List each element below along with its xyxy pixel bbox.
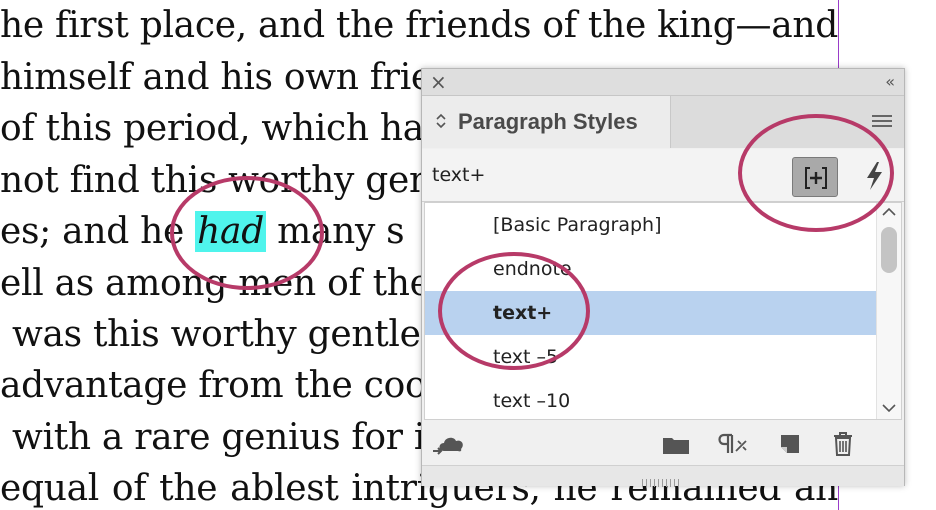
list-scrollbar[interactable] bbox=[876, 203, 901, 419]
tab-paragraph-styles[interactable]: Paragraph Styles bbox=[422, 96, 671, 148]
collapse-panel-button[interactable]: ‹‹ bbox=[885, 72, 895, 92]
scroll-up-icon bbox=[882, 207, 896, 216]
list-item-label: [Basic Paragraph] bbox=[493, 214, 662, 236]
quick-apply-button[interactable] bbox=[862, 161, 886, 191]
list-item[interactable]: endnote bbox=[425, 247, 877, 291]
highlighted-word[interactable]: had bbox=[195, 211, 266, 252]
panel-bottom-toolbar bbox=[422, 421, 904, 465]
tab-expand-icon bbox=[436, 113, 446, 130]
panel-resize-handle[interactable] bbox=[422, 465, 904, 487]
resize-grip-icon bbox=[642, 472, 682, 487]
list-item[interactable]: text –5 bbox=[425, 335, 877, 379]
panel-titlebar[interactable]: × ‹‹ bbox=[422, 69, 904, 96]
list-item[interactable]: text –10 bbox=[425, 379, 877, 419]
hamburger-icon[interactable] bbox=[872, 115, 892, 129]
list-item[interactable]: [Basic Paragraph] bbox=[425, 203, 877, 247]
new-style-override-button[interactable] bbox=[792, 157, 838, 197]
current-style-row: text+ bbox=[422, 149, 904, 202]
trash-icon[interactable] bbox=[832, 431, 854, 457]
list-item-label: text+ bbox=[493, 302, 553, 324]
current-style-name: text+ bbox=[432, 164, 486, 186]
list-item-selected[interactable]: text+ bbox=[425, 291, 877, 335]
style-list: [Basic Paragraph] endnote text+ text –5 … bbox=[424, 202, 902, 420]
close-panel-button[interactable]: × bbox=[430, 71, 447, 93]
new-style-override-icon bbox=[805, 167, 827, 189]
panel-title: Paragraph Styles bbox=[458, 109, 638, 134]
list-item-label: text –5 bbox=[493, 346, 559, 368]
folder-icon[interactable] bbox=[662, 435, 690, 455]
cloud-libraries-icon[interactable] bbox=[432, 431, 470, 457]
list-item-label: endnote bbox=[493, 258, 572, 280]
text-line-5-start: es; and he bbox=[0, 211, 184, 252]
new-page-icon[interactable] bbox=[777, 433, 801, 455]
text-line-5-end: many s bbox=[265, 211, 405, 252]
clear-overrides-icon[interactable] bbox=[714, 433, 750, 455]
text-line-1: he first place, and the friends of the k… bbox=[0, 5, 838, 46]
lightning-bolt-icon bbox=[867, 162, 882, 190]
panel-tab-row: Paragraph Styles bbox=[422, 96, 904, 148]
scroll-down-icon bbox=[882, 404, 896, 413]
scroll-thumb[interactable] bbox=[881, 227, 897, 273]
list-item-label: text –10 bbox=[493, 390, 571, 412]
paragraph-styles-panel: × ‹‹ Paragraph Styles text+ [Basic Parag… bbox=[421, 68, 905, 487]
